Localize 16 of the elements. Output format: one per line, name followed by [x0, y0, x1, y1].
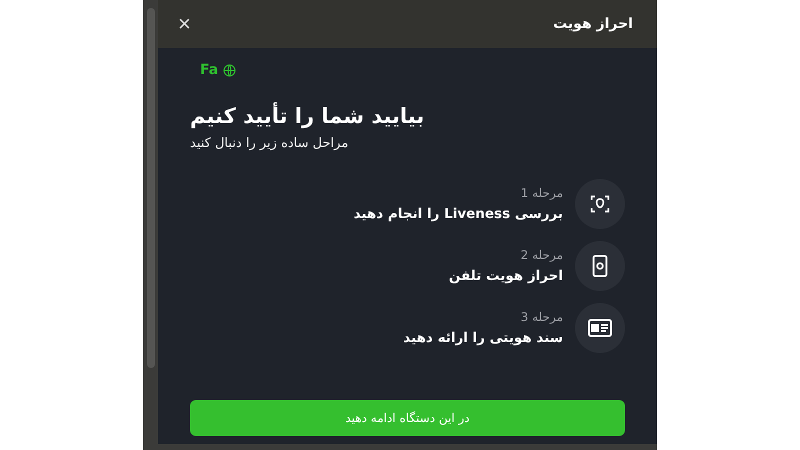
heading: بیایید شما را تأیید کنیم — [190, 104, 424, 128]
step-text: احراز هویت تلفن — [448, 268, 563, 284]
step-label: مرحله 1 — [520, 186, 563, 200]
step-text: بررسی Liveness را انجام دهید — [354, 206, 563, 222]
globe-icon — [223, 64, 236, 76]
close-button[interactable]: × — [178, 13, 191, 35]
scrollbar-thumb[interactable] — [146, 8, 154, 368]
face-scan-icon — [590, 194, 610, 214]
language-selector[interactable]: Fa — [200, 62, 218, 78]
step-label: مرحله 2 — [520, 248, 563, 262]
phone-icon — [591, 255, 609, 277]
step-text: سند هویتی را ارائه دهید — [403, 330, 563, 346]
dialog-title: احراز هویت — [553, 16, 633, 32]
id-card-icon — [588, 319, 612, 337]
step-label: مرحله 3 — [520, 310, 563, 324]
subheading: مراحل ساده زیر را دنبال کنید — [190, 136, 348, 151]
